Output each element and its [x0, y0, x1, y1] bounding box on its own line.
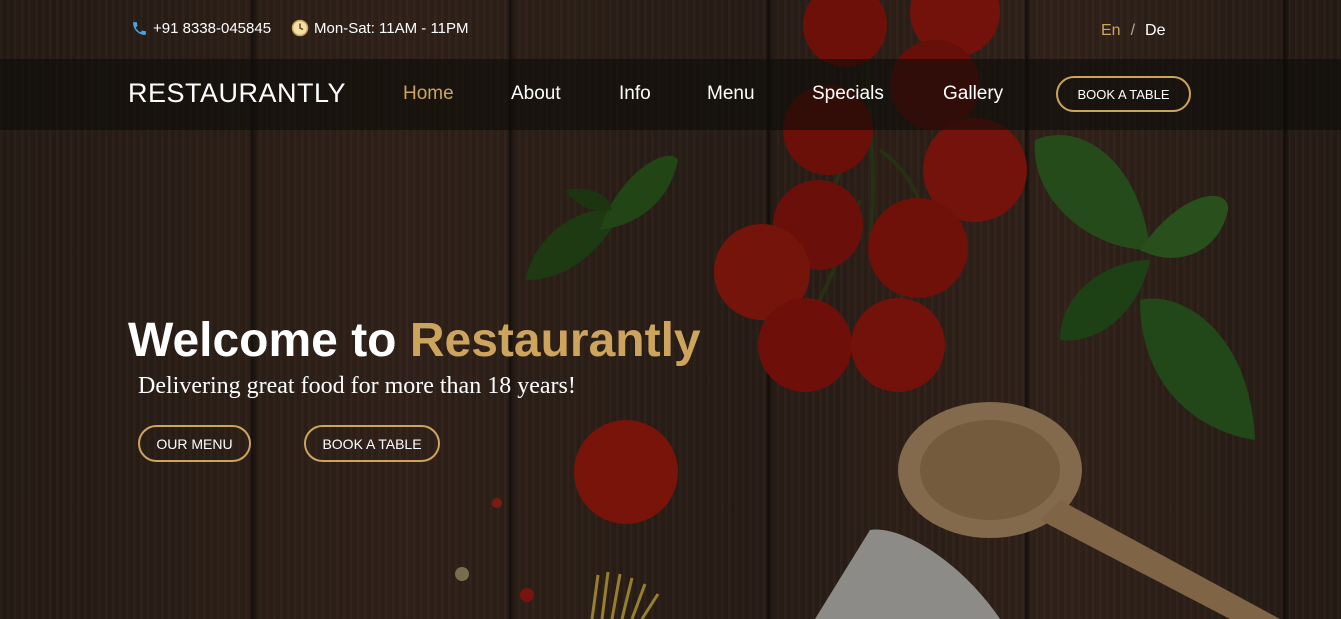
language-switcher: En / De [1101, 22, 1175, 40]
hero-book-table-button[interactable]: BOOK A TABLE [304, 425, 440, 462]
site-logo[interactable]: RESTAURANTLY [128, 78, 346, 109]
nav-about[interactable]: About [511, 83, 619, 105]
nav-menu: Home About Info Menu Specials Gallery [403, 83, 1003, 105]
hours-item: Mon-Sat: 11AM - 11PM [291, 19, 469, 37]
nav-menu-link[interactable]: Menu [707, 83, 812, 105]
nav-specials[interactable]: Specials [812, 83, 943, 105]
nav-info[interactable]: Info [619, 83, 707, 105]
main-navbar: RESTAURANTLY Home About Info Menu Specia… [0, 59, 1341, 130]
phone-icon [130, 19, 148, 37]
phone-number: +91 8338-045845 [153, 19, 272, 37]
opening-hours: Mon-Sat: 11AM - 11PM [314, 19, 469, 37]
lang-de[interactable]: De [1145, 22, 1165, 40]
contact-info: +91 8338-045845 Mon-Sat: 11AM - 11PM [130, 19, 489, 37]
lang-separator: / [1130, 22, 1136, 39]
hero-title-prefix: Welcome to [128, 314, 410, 367]
phone-item[interactable]: +91 8338-045845 [130, 19, 271, 37]
lang-en[interactable]: En [1101, 22, 1121, 40]
nav-gallery[interactable]: Gallery [943, 83, 1003, 105]
book-table-button[interactable]: BOOK A TABLE [1056, 76, 1191, 112]
clock-icon [291, 19, 309, 37]
hero-title-brand: Restaurantly [409, 314, 701, 367]
our-menu-button[interactable]: OUR MENU [138, 425, 251, 462]
top-bar: +91 8338-045845 Mon-Sat: 11AM - 11PM En … [0, 0, 1341, 60]
hero-subtitle: Delivering great food for more than 18 y… [138, 373, 576, 399]
hero-title: Welcome to Restaurantly [128, 313, 701, 368]
nav-home[interactable]: Home [403, 83, 511, 105]
